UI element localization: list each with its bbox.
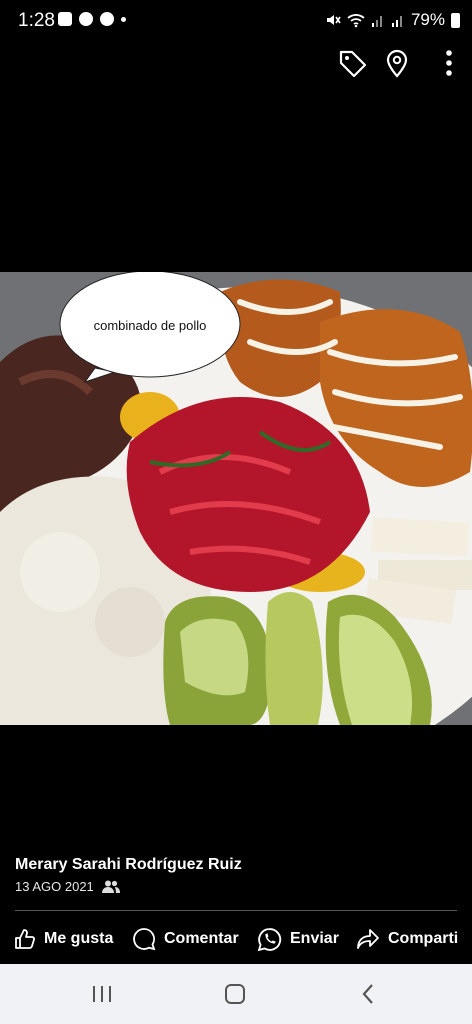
battery-percentage: 79% [410,10,445,29]
thumbs-up-icon [15,929,36,949]
friends-icon [101,880,120,893]
like-button[interactable]: Me gusta [14,922,113,956]
share-icon [357,929,379,949]
back-button[interactable] [348,979,388,1009]
location-pin-icon[interactable] [380,46,414,80]
home-icon [225,984,245,1004]
signal-icon [391,16,402,27]
signal-icon [371,16,382,27]
more-vert-icon[interactable] [432,46,466,80]
system-status: 79% [325,10,460,30]
battery-icon [451,12,460,28]
photo-toolbar [292,44,472,84]
tag-icon[interactable] [336,46,370,80]
back-icon [362,984,373,1004]
comment-button[interactable]: Comentar [132,922,239,956]
system-nav-bar [0,964,472,1024]
post-actions: Me gusta Comentar Enviar Comparti [0,922,472,956]
chrome-icon [100,12,114,26]
like-label: Me gusta [44,930,114,947]
post-date: 13 AGO 2021 [15,879,94,894]
send-label: Enviar [290,930,339,947]
share-button[interactable]: Comparti [356,922,458,956]
author-name[interactable]: Merary Sarahi Rodríguez Ruiz [15,856,242,874]
status-bar: 1:28 79% [0,0,472,44]
status-time: 1:28 [18,10,55,31]
chrome-icon [79,12,93,26]
share-label: Comparti [388,930,459,947]
gallery-icon [58,12,72,26]
send-button[interactable]: Enviar [257,922,339,956]
post-meta: 13 AGO 2021 [15,879,120,894]
home-button[interactable] [215,979,255,1009]
recent-apps-icon [93,986,111,1002]
divider [15,910,457,911]
comment-label: Comentar [164,930,239,947]
photo-bubble-text: combinado de pollo [93,317,207,333]
more-notifications-icon [121,16,126,22]
wifi-icon [347,14,365,28]
recent-apps-button[interactable] [82,979,122,1009]
comment-icon [133,928,156,951]
whatsapp-icon [257,927,282,951]
notification-icons [58,12,126,26]
mute-icon [326,15,341,25]
